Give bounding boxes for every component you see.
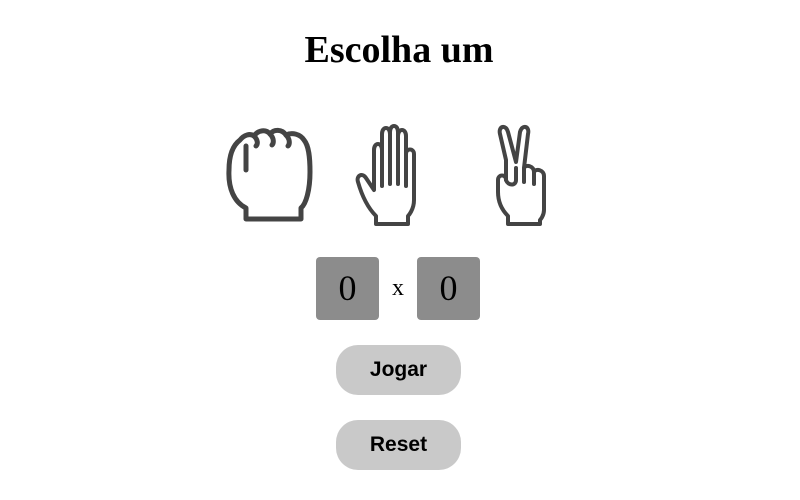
- computer-score: 0: [417, 257, 480, 320]
- rock-choice-button[interactable]: [222, 124, 314, 228]
- page-title: Escolha um: [304, 29, 494, 71]
- paper-choice-button[interactable]: [354, 124, 430, 228]
- scissors-choice-button[interactable]: [494, 124, 556, 228]
- fist-icon: [226, 127, 313, 222]
- open-hand-icon: [355, 124, 416, 226]
- reset-button[interactable]: Reset: [336, 420, 461, 470]
- player-score: 0: [316, 257, 379, 320]
- peace-hand-icon: [496, 125, 546, 226]
- score-separator: x: [392, 275, 404, 301]
- play-button[interactable]: Jogar: [336, 345, 461, 395]
